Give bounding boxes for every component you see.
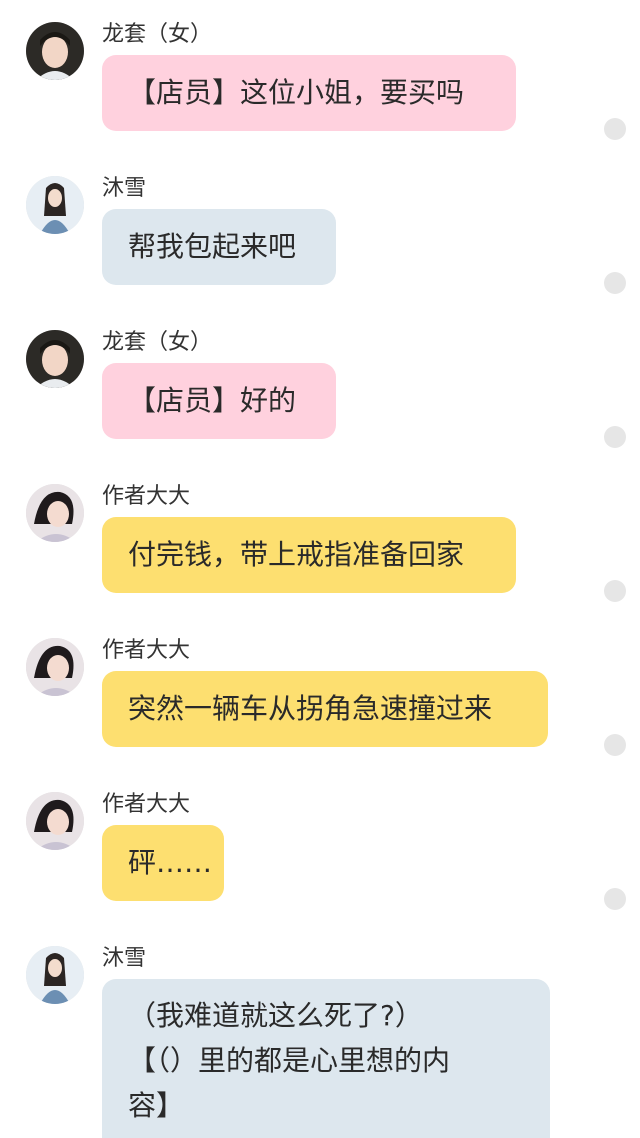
status-dot-icon	[604, 734, 626, 756]
status-dot-icon	[604, 888, 626, 910]
sender-name: 沐雪	[102, 946, 147, 971]
message-line: 容】	[128, 1089, 185, 1122]
sender-name: 作者大大	[102, 638, 191, 663]
female-extra-avatar[interactable]	[26, 22, 84, 80]
sender-name: 作者大大	[102, 792, 191, 817]
chat-view[interactable]: 龙套（女） 【店员】这位小姐，要买吗 沐雪 帮我包起来吧 龙套（女） 【店员】好…	[0, 0, 640, 1138]
sender-name: 龙套（女）	[102, 330, 213, 355]
message-bubble[interactable]: 【店员】这位小姐，要买吗	[102, 55, 516, 131]
message-bubble[interactable]: 【店员】好的	[102, 363, 336, 439]
message-line: 【（）里的都是心里想的内	[128, 1044, 451, 1077]
message-bubble[interactable]: 突然一辆车从拐角急速撞过来	[102, 671, 548, 747]
message-bubble[interactable]: 帮我包起来吧	[102, 209, 336, 285]
sender-name: 沐雪	[102, 176, 147, 201]
muxue-avatar[interactable]	[26, 176, 84, 234]
status-dot-icon	[604, 118, 626, 140]
muxue-avatar[interactable]	[26, 946, 84, 1004]
message-bubble[interactable]: 砰……	[102, 825, 224, 901]
message-bubble[interactable]: （我难道就这么死了?） 【（）里的都是心里想的内 容】	[102, 979, 550, 1138]
message-bubble[interactable]: 付完钱，带上戒指准备回家	[102, 517, 516, 593]
author-avatar[interactable]	[26, 484, 84, 542]
message-line: （我难道就这么死了?）	[128, 999, 423, 1032]
status-dot-icon	[604, 580, 626, 602]
sender-name: 作者大大	[102, 484, 191, 509]
status-dot-icon	[604, 272, 626, 294]
status-dot-icon	[604, 426, 626, 448]
author-avatar[interactable]	[26, 638, 84, 696]
female-extra-avatar[interactable]	[26, 330, 84, 388]
sender-name: 龙套（女）	[102, 22, 213, 47]
author-avatar[interactable]	[26, 792, 84, 850]
